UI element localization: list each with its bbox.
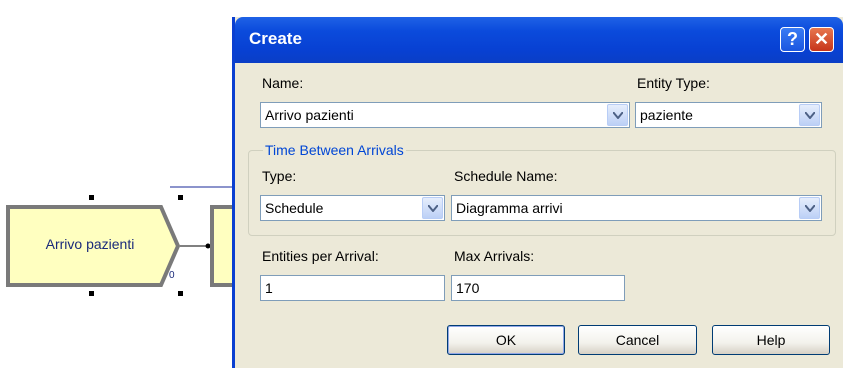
type-combobox[interactable]: Schedule xyxy=(260,195,445,221)
group-title: Time Between Arrivals xyxy=(263,142,406,158)
entities-per-arrival-input[interactable]: 1 xyxy=(260,275,445,301)
schedule-name-value: Diagramma arrivi xyxy=(456,200,563,216)
max-arrivals-label: Max Arrivals: xyxy=(454,248,535,264)
module-label: Arrivo pazienti xyxy=(45,236,135,252)
entity-type-combobox[interactable]: paziente xyxy=(635,102,822,128)
entity-type-label: Entity Type: xyxy=(637,75,710,91)
selection-handle[interactable] xyxy=(89,195,94,200)
time-between-arrivals-group xyxy=(248,150,836,236)
cancel-button[interactable]: Cancel xyxy=(578,325,697,355)
selection-handle[interactable] xyxy=(178,195,183,200)
name-value: Arrivo pazienti xyxy=(265,107,354,123)
max-arrivals-input[interactable]: 170 xyxy=(451,275,625,301)
selection-handle[interactable] xyxy=(89,291,94,296)
type-value: Schedule xyxy=(265,200,324,216)
module-counter: 0 xyxy=(169,270,175,281)
entities-per-arrival-label: Entities per Arrival: xyxy=(262,248,379,264)
selection-handle[interactable] xyxy=(178,291,183,296)
close-icon[interactable]: ✕ xyxy=(809,27,834,52)
name-label: Name: xyxy=(262,75,304,91)
name-combobox[interactable]: Arrivo pazienti xyxy=(260,102,630,128)
type-label: Type: xyxy=(262,168,297,184)
ok-button[interactable]: OK xyxy=(447,325,565,355)
schedule-name-combobox[interactable]: Diagramma arrivi xyxy=(451,195,822,221)
dropdown-arrow-icon[interactable] xyxy=(422,197,443,219)
dropdown-arrow-icon[interactable] xyxy=(799,104,820,126)
connector-point[interactable] xyxy=(205,243,211,249)
title-bar[interactable]: Create ? ✕ xyxy=(235,17,843,63)
dropdown-arrow-icon[interactable] xyxy=(607,104,628,126)
dialog-title: Create xyxy=(249,29,302,48)
entity-type-value: paziente xyxy=(640,107,693,123)
dropdown-arrow-icon[interactable] xyxy=(799,197,820,219)
schedule-name-label: Schedule Name: xyxy=(454,168,558,184)
create-dialog: Create ? ✕ Name: Arrivo pazienti Entity … xyxy=(232,17,843,368)
help-button[interactable]: Help xyxy=(712,325,830,355)
help-icon[interactable]: ? xyxy=(780,27,805,52)
